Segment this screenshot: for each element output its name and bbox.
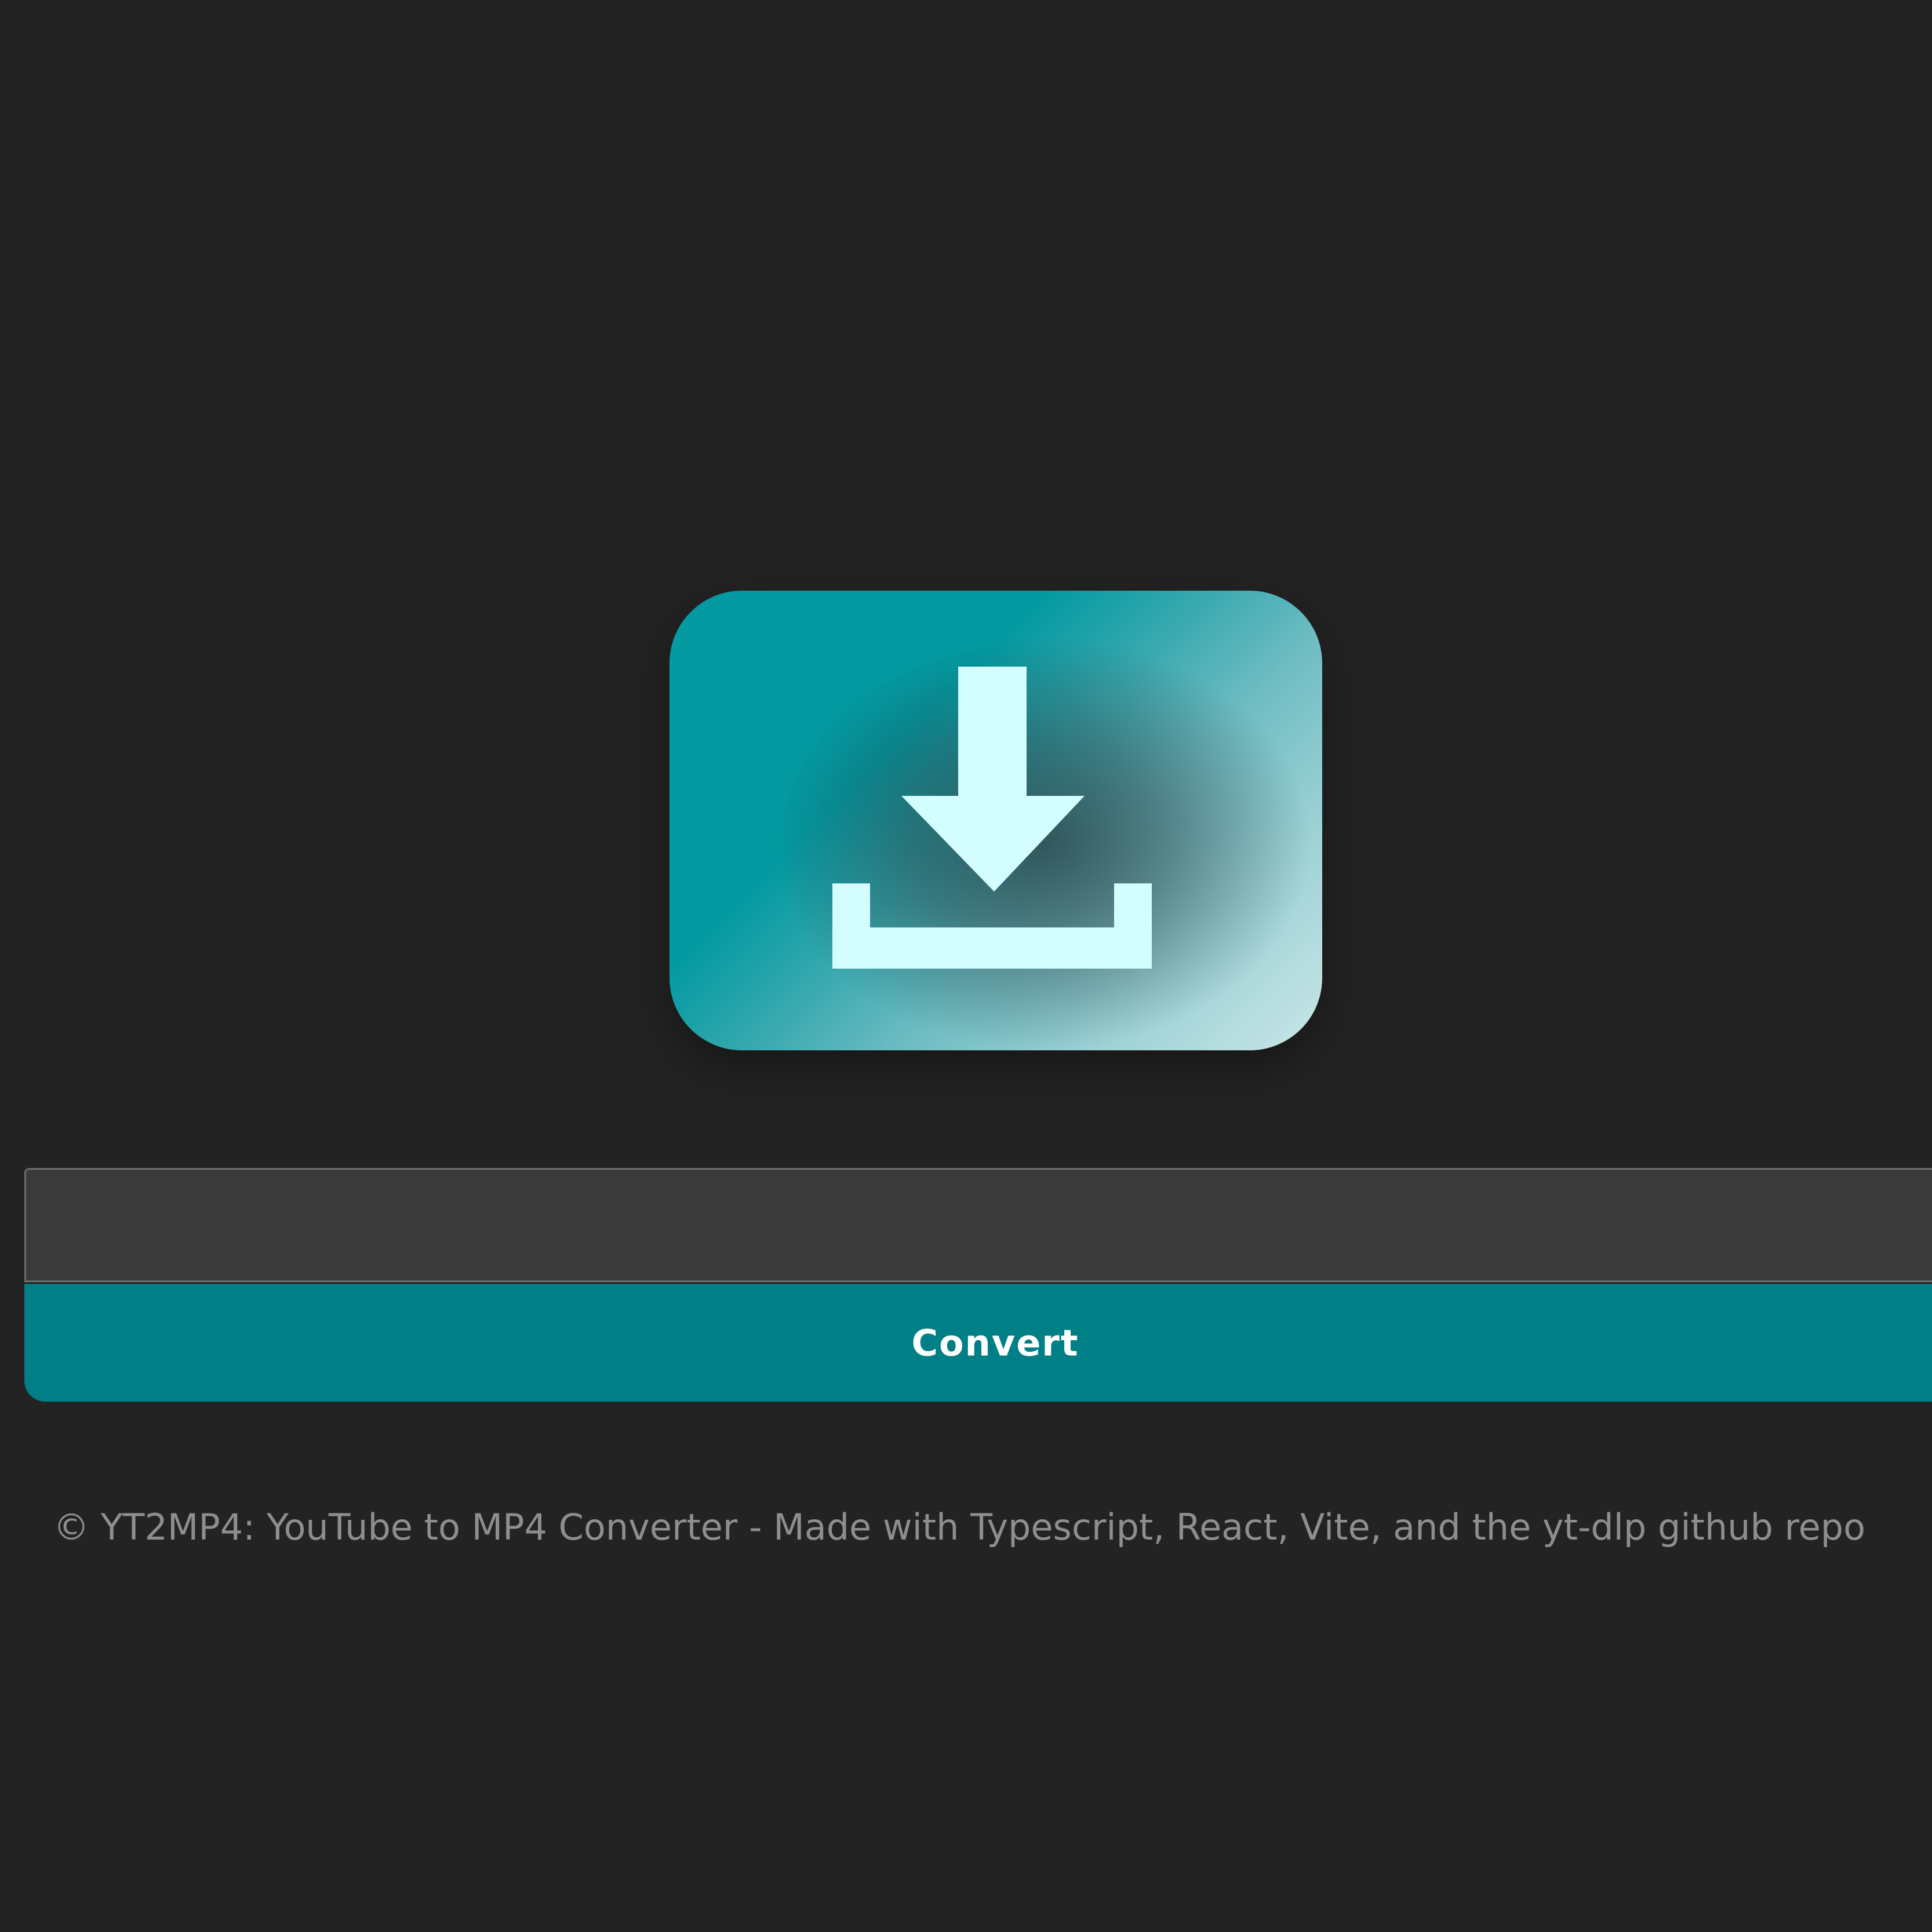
convert-button[interactable]: Convert [24, 1284, 1932, 1402]
download-tray-icon [832, 667, 1152, 969]
youtube-url-input[interactable] [24, 1168, 1932, 1282]
convert-button-label: Convert [911, 1322, 1079, 1364]
footer-copyright: © YT2MP4: YouTube to MP4 Converter - Mad… [53, 1506, 1866, 1548]
app-logo [670, 591, 1322, 1050]
download-arrow-shape [901, 667, 1085, 892]
download-tray-shape [832, 883, 1152, 969]
page: Convert © YT2MP4: YouTube to MP4 Convert… [0, 0, 1932, 1932]
